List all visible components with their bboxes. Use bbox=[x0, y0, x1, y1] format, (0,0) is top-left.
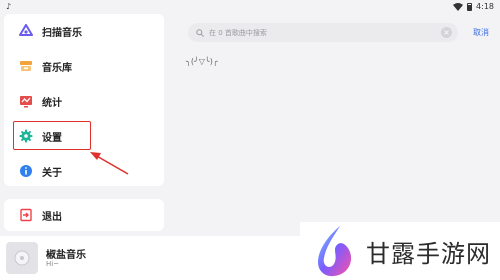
sidebar-item-statistics[interactable]: 统计 bbox=[4, 87, 164, 115]
music-disc-icon bbox=[14, 250, 30, 266]
album-art bbox=[6, 242, 38, 274]
about-info-icon bbox=[19, 164, 33, 178]
search-bar[interactable]: 在 0 首歌曲中搜索 × bbox=[188, 23, 458, 42]
sidebar-item-label: 关于 bbox=[42, 167, 62, 179]
settings-highlight-box bbox=[13, 121, 91, 150]
player-song-title: 椒盐音乐 bbox=[46, 250, 86, 261]
sidebar-item-label: 扫描音乐 bbox=[42, 27, 82, 39]
sidebar-item-label: 统计 bbox=[42, 97, 62, 109]
player-song-subtitle: Hi~ bbox=[46, 260, 60, 268]
status-bar: ♪ 4:18 bbox=[0, 0, 500, 14]
status-time: 4:18 bbox=[476, 2, 494, 11]
search-placeholder: 在 0 首歌曲中搜索 bbox=[209, 28, 267, 37]
statistics-icon bbox=[19, 94, 33, 108]
watermark-logo-icon bbox=[318, 226, 352, 277]
logout-card: 退出 bbox=[4, 199, 164, 231]
logout-button[interactable]: 退出 bbox=[4, 201, 164, 229]
sidebar-item-about[interactable]: 关于 bbox=[4, 157, 164, 185]
sidebar-item-music-library[interactable]: 音乐库 bbox=[4, 52, 164, 80]
clear-search-icon[interactable]: × bbox=[441, 27, 452, 38]
search-icon bbox=[196, 28, 204, 37]
sidebar-item-scan-music[interactable]: 扫描音乐 bbox=[4, 17, 164, 45]
status-indicators: 4:18 bbox=[453, 2, 494, 11]
cancel-button[interactable]: 取消 bbox=[473, 27, 489, 38]
empty-state-kaomoji: ╮(╯▽╰)╭ bbox=[186, 57, 218, 66]
sidebar-item-label: 音乐库 bbox=[42, 62, 72, 74]
logout-label: 退出 bbox=[42, 211, 62, 223]
logout-icon bbox=[19, 208, 33, 222]
main-panel: 在 0 首歌曲中搜索 × 取消 ╮(╯▽╰)╭ bbox=[172, 14, 500, 234]
music-library-icon bbox=[19, 59, 33, 73]
watermark-text: 甘露手游网 bbox=[366, 240, 491, 268]
scan-music-icon bbox=[19, 24, 33, 38]
battery-icon bbox=[467, 2, 473, 11]
watermark: 甘露手游网 bbox=[300, 222, 500, 280]
sidebar-menu: 扫描音乐 音乐库 统计 设置 关于 bbox=[4, 14, 164, 186]
status-notification-glyph: ♪ bbox=[6, 2, 12, 11]
wifi-icon bbox=[453, 2, 464, 11]
